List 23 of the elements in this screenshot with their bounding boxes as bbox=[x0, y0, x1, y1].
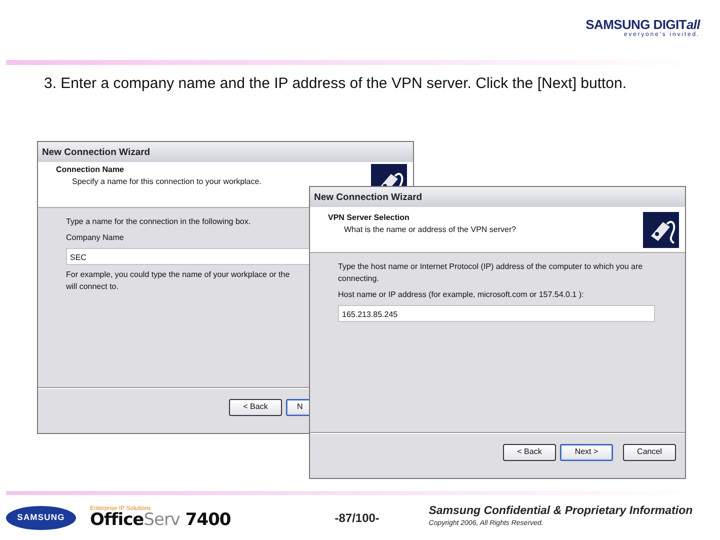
page-number: -87/100- bbox=[334, 510, 380, 526]
wizard-button[interactable]: < Back bbox=[503, 444, 556, 460]
field-label: Host name or IP address (for example, microsoft.com or 157.54.0.1 ): bbox=[338, 289, 584, 301]
hint-text: will connect to. bbox=[66, 281, 118, 293]
window-title: New Connection Wizard bbox=[310, 187, 685, 207]
wizard-subheading: What is the name or address of the VPN server? bbox=[343, 224, 516, 236]
wizard-button[interactable]: < Back bbox=[229, 398, 282, 416]
logo: SAMSUNG DIGITall bbox=[586, 18, 700, 31]
input-field[interactable]: 165.213.85.245 bbox=[338, 305, 655, 322]
product-name: OfficeServ 7400 bbox=[90, 512, 231, 529]
wizard-button[interactable]: Next > bbox=[560, 444, 613, 460]
brand-logo: SAMSUNG bbox=[6, 506, 76, 530]
field-label: Company Name bbox=[66, 232, 124, 244]
confidential-notice: Samsung Confidential & Proprietary Information bbox=[428, 505, 693, 520]
wizard-heading: VPN Server Selection bbox=[328, 212, 410, 224]
prompt-text: Type a name for the connection in the following box. bbox=[66, 216, 251, 228]
plug-icon bbox=[643, 212, 679, 248]
window-title: New Connection Wizard bbox=[38, 142, 413, 162]
wizard-button[interactable]: Cancel bbox=[623, 444, 676, 460]
wizard-heading: Connection Name bbox=[56, 164, 126, 176]
hint-text: For example, you could type the name of your workplace or the bbox=[66, 269, 290, 281]
instruction-text: 3. Enter a company name and the IP address of the VPN server. Click the [Next] button. bbox=[43, 74, 628, 94]
wizard-subheading: Specify a name for this connection to your workplace. bbox=[71, 176, 262, 188]
